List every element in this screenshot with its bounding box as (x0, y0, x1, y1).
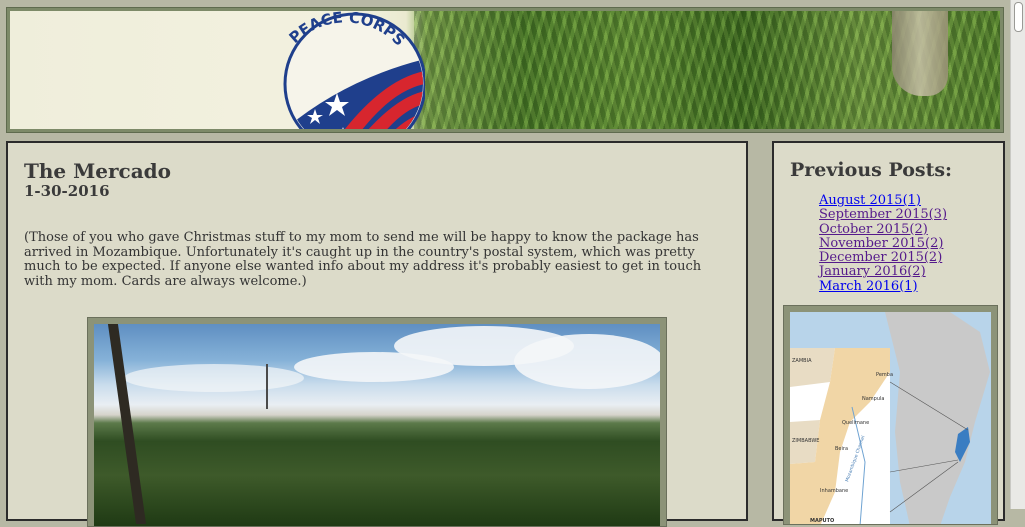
archive-link-october-2015[interactable]: October 2015(2) (819, 222, 928, 237)
post-photo-frame (87, 317, 667, 527)
archive-item: January 2016(2) (819, 265, 947, 279)
post-panel: The Mercado 1-30-2016 (Those of you who … (6, 141, 748, 527)
banner-photo: PEACE CORPS (10, 11, 1000, 129)
post-photo (94, 324, 660, 526)
post-date: 1-30-2016 (24, 182, 110, 200)
archive-link-january-2016[interactable]: January 2016(2) (819, 264, 926, 279)
map-label-zimbabwe: ZIMBABWE (792, 438, 819, 444)
sidebar-title: Previous Posts: (790, 159, 953, 181)
tree-trunk (892, 11, 948, 96)
map-label-nampula: Nampula (862, 396, 884, 402)
peace-corps-logo: PEACE CORPS (283, 11, 425, 129)
utility-pole (107, 324, 147, 524)
archive-list: August 2015(1) September 2015(3) October… (819, 193, 947, 294)
sidebar: Previous Posts: August 2015(1) September… (772, 141, 1005, 525)
header-banner: PEACE CORPS (6, 7, 1004, 133)
map-frame: ZAMBIA ZIMBABWE Quelimane Beira Inhamban… (783, 305, 998, 525)
archive-item: September 2015(3) (819, 208, 947, 222)
map-label-pemba: Pemba (876, 372, 893, 378)
post-title: The Mercado (24, 159, 171, 183)
map-label-beira: Beira (835, 446, 848, 452)
archive-item: August 2015(1) (819, 193, 947, 208)
archive-link-september-2015[interactable]: September 2015(3) (819, 207, 947, 222)
vertical-scrollbar[interactable] (1010, 0, 1025, 509)
post-body: (Those of you who gave Christmas stuff t… (24, 230, 702, 289)
archive-link-november-2015[interactable]: November 2015(2) (819, 236, 943, 251)
archive-link-march-2016[interactable]: March 2016(1) (819, 279, 918, 294)
map-label-quelimane: Quelimane (842, 420, 869, 426)
scrollbar-thumb[interactable] (1014, 2, 1023, 32)
archive-item: December 2015(2) (819, 251, 947, 265)
map-label-zambia: ZAMBIA (792, 358, 812, 364)
map-label-inhambane: Inhambane (820, 488, 848, 494)
archive-link-august-2015[interactable]: August 2015(1) (819, 193, 921, 208)
archive-item: March 2016(1) (819, 279, 947, 294)
mozambique-map: ZAMBIA ZIMBABWE Quelimane Beira Inhamban… (790, 312, 991, 524)
map-label-maputo: MAPUTO (810, 518, 834, 524)
africa-map-svg: ZAMBIA ZIMBABWE Quelimane Beira Inhamban… (790, 312, 991, 524)
archive-item: November 2015(2) (819, 236, 947, 251)
archive-item: October 2015(2) (819, 222, 947, 237)
archive-link-december-2015[interactable]: December 2015(2) (819, 250, 942, 265)
